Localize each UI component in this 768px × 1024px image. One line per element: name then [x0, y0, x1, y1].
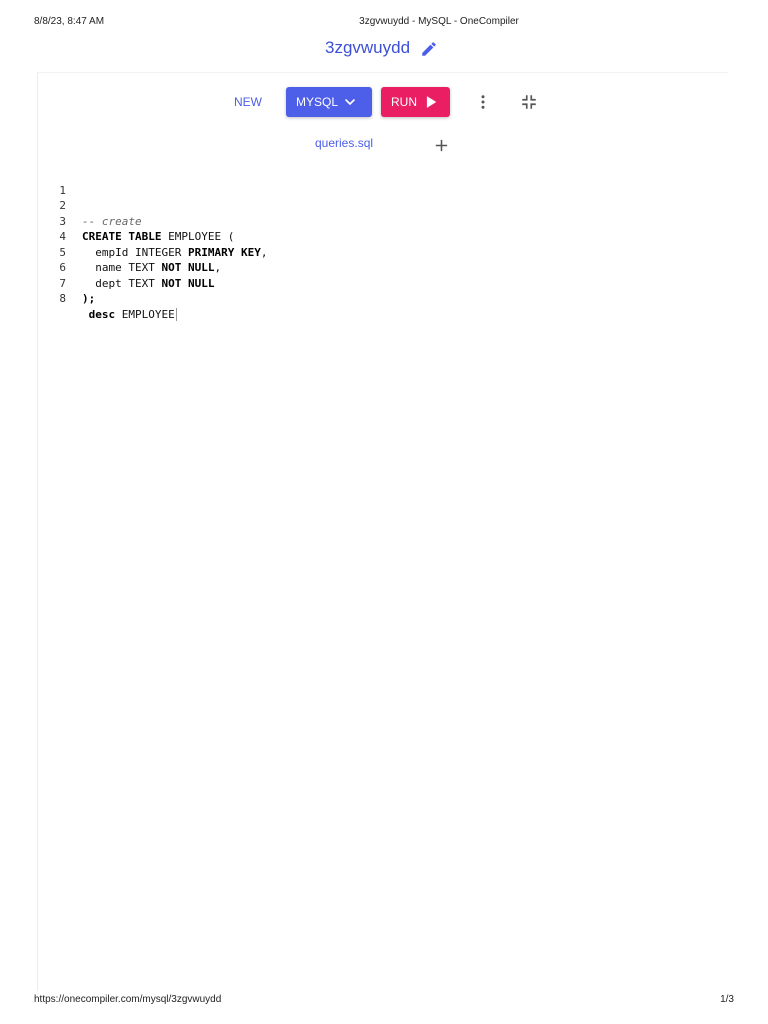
print-page-title: 3zgvwuydd - MySQL - OneCompiler: [359, 16, 519, 27]
code-line: 6 dept TEXT NOT NULL: [40, 245, 720, 290]
code-line: 5 name TEXT NOT NULL,: [40, 229, 720, 275]
chevron-down-icon: [345, 99, 355, 105]
collapse-icon[interactable]: [520, 93, 538, 111]
more-vertical-icon[interactable]: [474, 93, 492, 111]
code-line: 2 -- create: [40, 183, 720, 228]
project-title: 3zgvwuydd: [325, 38, 411, 57]
code-text: desc EMPLOYEE: [82, 307, 177, 323]
play-icon: [426, 96, 437, 108]
code-line: 1: [40, 167, 720, 197]
code-text: );: [82, 292, 96, 305]
print-url: https://onecompiler.com/mysql/3zgvwuydd: [34, 994, 222, 1005]
tab-queries-sql[interactable]: queries.sql: [315, 136, 373, 150]
print-page-number: 1/3: [720, 994, 734, 1005]
text-cursor: [175, 308, 177, 321]
toolbar: NEW MYSQL RUN: [0, 87, 768, 117]
code-line: 7 );: [40, 260, 720, 306]
run-button[interactable]: RUN: [381, 87, 450, 117]
print-header: 8/8/23, 8:47 AM 3zgvwuydd - MySQL - OneC…: [0, 16, 768, 30]
code-text-part: EMPLOYEE: [115, 307, 175, 321]
code-line: 8 desc EMPLOYEE: [40, 276, 720, 321]
code-keyword: desc: [82, 307, 116, 321]
pencil-icon[interactable]: [420, 40, 438, 58]
language-label: MYSQL: [296, 95, 339, 109]
code-line: 4 empId INTEGER PRIMARY KEY,: [40, 214, 720, 259]
file-tabs: queries.sql: [0, 134, 768, 156]
line-number: 8: [59, 292, 66, 305]
plus-icon[interactable]: [433, 137, 450, 154]
code-editor[interactable]: 1 2 -- create 3 CREATE TABLE EMPLOYEE ( …: [40, 167, 720, 321]
language-select-button[interactable]: MYSQL: [286, 87, 372, 117]
new-button[interactable]: NEW: [226, 87, 270, 117]
project-title-row: 3zgvwuydd: [0, 36, 768, 62]
run-label: RUN: [391, 95, 417, 109]
code-line: 3 CREATE TABLE EMPLOYEE (: [40, 198, 720, 244]
